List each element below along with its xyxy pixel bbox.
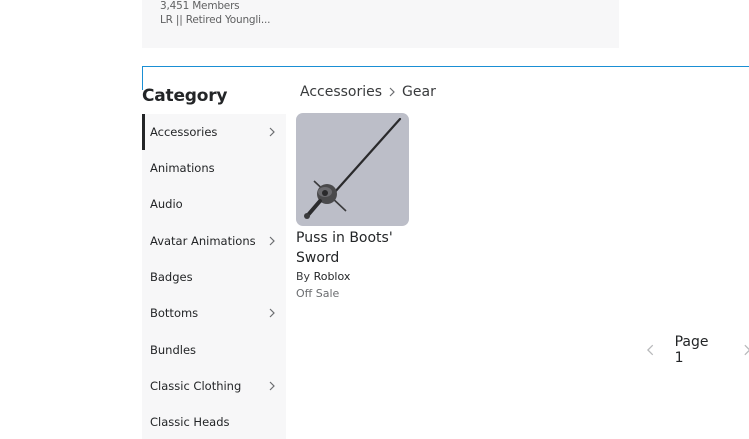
category-item-label: Bottoms <box>150 306 199 320</box>
breadcrumb-current: Gear <box>402 84 436 100</box>
catalog-item-card[interactable]: Puss in Boots' Sword By Roblox Off Sale <box>296 113 436 300</box>
category-item-badges[interactable]: Badges <box>142 259 286 295</box>
chevron-right-icon <box>269 308 275 318</box>
group-card[interactable]: 3,451 Members LR || Retired Youngli... <box>142 0 619 48</box>
category-item-bottoms[interactable]: Bottoms <box>142 295 286 331</box>
category-item-label: Classic Clothing <box>150 379 242 393</box>
category-item-accessories[interactable]: Accessories <box>142 114 286 150</box>
chevron-left-icon[interactable] <box>644 342 658 358</box>
category-title: Category <box>142 86 228 106</box>
item-creator-prefix: By <box>296 270 311 283</box>
category-item-label: Accessories <box>150 125 218 139</box>
category-list: Accessories Animations Audio Avatar Anim… <box>142 114 286 439</box>
category-item-label: Bundles <box>150 343 197 357</box>
category-item-label: Badges <box>150 270 193 284</box>
group-member-count: 3,451 Members <box>160 0 240 12</box>
page-indicator: Page 1 <box>674 334 709 366</box>
section-divider <box>142 66 749 67</box>
breadcrumb-parent[interactable]: Accessories <box>300 84 382 100</box>
item-name[interactable]: Puss in Boots' Sword <box>296 228 436 268</box>
category-item-classic-heads[interactable]: Classic Heads <box>142 404 286 439</box>
group-owner: LR || Retired Youngli... <box>160 14 271 26</box>
category-item-bundles[interactable]: Bundles <box>142 332 286 368</box>
chevron-right-icon <box>269 381 275 391</box>
category-item-label: Audio <box>150 197 183 211</box>
category-item-classic-clothing[interactable]: Classic Clothing <box>142 368 286 404</box>
sword-icon <box>304 117 402 219</box>
sword-thumbnail[interactable] <box>296 113 409 226</box>
pagination: Page 1 <box>644 334 749 366</box>
category-item-audio[interactable]: Audio <box>142 186 286 222</box>
chevron-right-icon <box>269 236 275 246</box>
chevron-right-icon[interactable] <box>740 342 749 358</box>
item-price: Off Sale <box>296 287 340 300</box>
item-creator: By Roblox <box>296 270 436 283</box>
catalog-page: 3,451 Members LR || Retired Youngli... C… <box>0 0 749 439</box>
category-item-label: Avatar Animations <box>150 234 256 248</box>
item-creator-link[interactable]: Roblox <box>314 270 351 283</box>
category-item-label: Animations <box>150 161 215 175</box>
chevron-right-icon <box>269 127 275 137</box>
category-item-avatar-animations[interactable]: Avatar Animations <box>142 223 286 259</box>
breadcrumb: Accessories Gear <box>300 84 436 100</box>
category-item-animations[interactable]: Animations <box>142 150 286 186</box>
chevron-right-icon <box>389 87 395 97</box>
category-item-label: Classic Heads <box>150 415 230 429</box>
